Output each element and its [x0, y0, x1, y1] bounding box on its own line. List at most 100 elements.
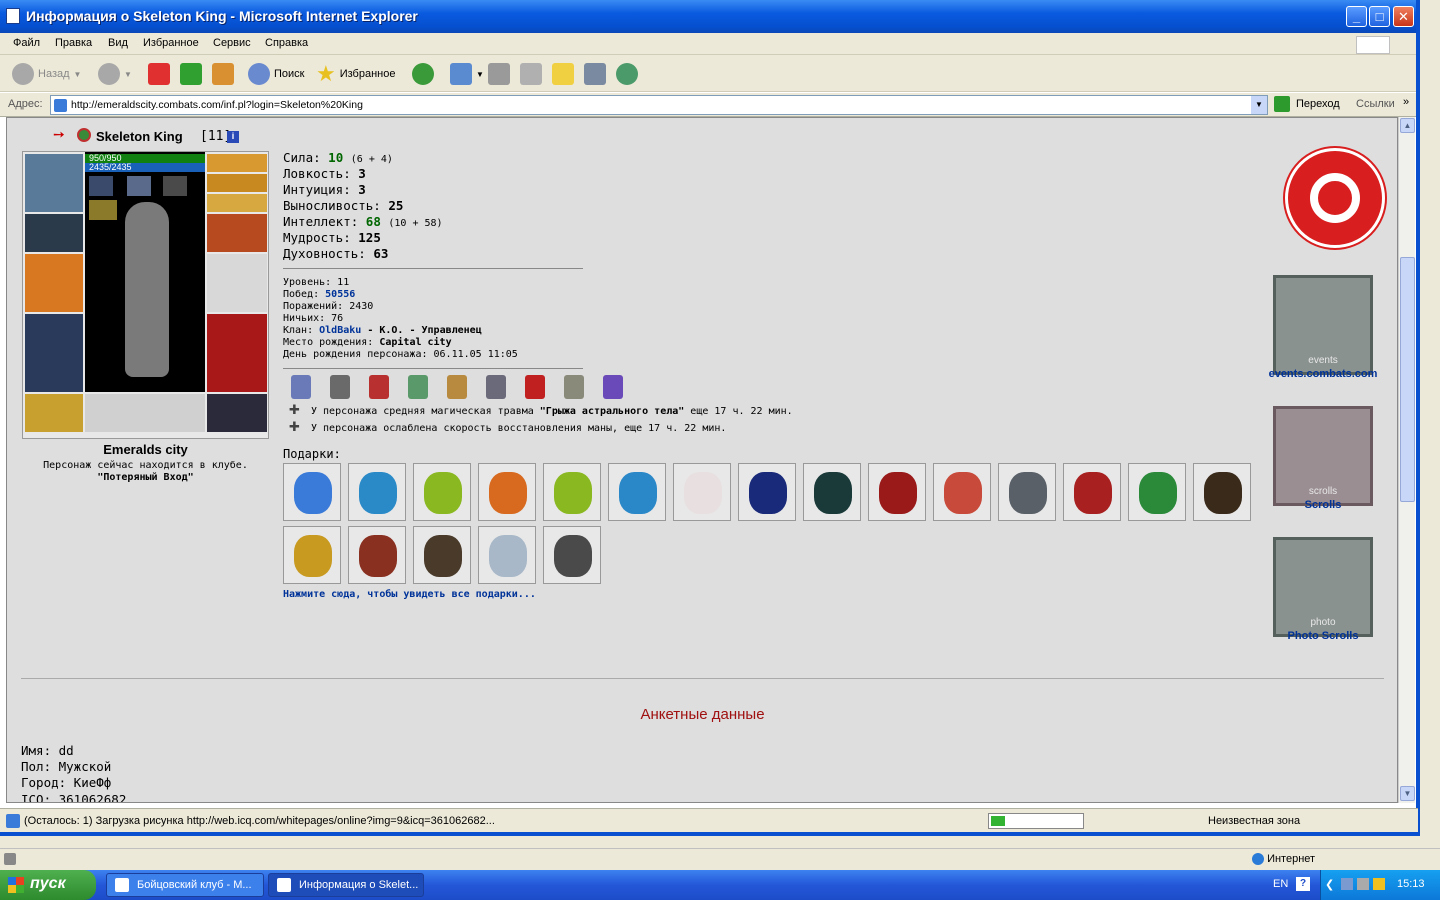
arrow-right-icon[interactable]: ➙ — [53, 126, 65, 143]
rings-slot[interactable] — [207, 194, 267, 212]
gift-item[interactable] — [478, 463, 536, 521]
menu-edit[interactable]: Правка — [55, 37, 92, 49]
gift-item[interactable] — [283, 463, 341, 521]
menu-favorites[interactable]: Избранное — [143, 37, 199, 49]
menu-view[interactable]: Вид — [108, 37, 128, 49]
help-icon[interactable]: ? — [1296, 877, 1310, 891]
scroll-up-icon[interactable]: ▲ — [1400, 118, 1415, 133]
maximize-button[interactable]: □ — [1369, 6, 1390, 27]
info-icon[interactable]: i — [227, 131, 239, 143]
go-button[interactable]: Переход — [1274, 96, 1340, 112]
badge-icon[interactable] — [330, 375, 350, 399]
spell-slot-4[interactable] — [89, 200, 117, 220]
weapon-right-slot[interactable] — [207, 254, 267, 312]
boots-slot[interactable] — [207, 394, 267, 432]
gift-item[interactable] — [543, 526, 601, 584]
gift-item[interactable] — [413, 526, 471, 584]
gifts-more-link[interactable]: Нажмите сюда, чтобы увидеть все подарки.… — [283, 589, 536, 600]
gift-item[interactable] — [803, 463, 861, 521]
scroll-thumb[interactable] — [1400, 257, 1415, 502]
address-dropdown-icon[interactable]: ▼ — [1251, 96, 1267, 114]
gift-item[interactable] — [1193, 463, 1251, 521]
gift-item[interactable] — [998, 463, 1056, 521]
belt-slot[interactable] — [25, 394, 83, 432]
vertical-scrollbar[interactable]: ▲ ▼ — [1398, 117, 1415, 803]
helmet-slot[interactable] — [25, 154, 83, 212]
earrings-slot[interactable] — [207, 154, 267, 172]
tray-icon-3[interactable] — [1373, 878, 1385, 890]
address-input[interactable]: http://emeraldscity.combats.com/inf.pl?l… — [50, 95, 1268, 115]
clan-link[interactable]: OldBaku — [319, 325, 361, 336]
print-button[interactable] — [488, 61, 510, 87]
badge-icon[interactable] — [486, 375, 506, 399]
gift-item[interactable] — [543, 463, 601, 521]
forward-button[interactable]: ▼ — [98, 61, 132, 87]
wins-link[interactable]: 50556 — [325, 289, 355, 300]
badge-icon[interactable] — [291, 375, 311, 399]
taskbar-item-combats[interactable]: Бойцовский клуб - М... — [106, 873, 264, 897]
scroll-down-icon[interactable]: ▼ — [1400, 786, 1415, 801]
gift-item[interactable] — [413, 463, 471, 521]
research-button[interactable] — [584, 61, 606, 87]
start-button[interactable]: пуск — [0, 870, 96, 900]
language-indicator[interactable]: EN — [1273, 878, 1288, 890]
tray-icon-1[interactable] — [1341, 878, 1353, 890]
home-button[interactable] — [212, 61, 234, 87]
badge-icon[interactable] — [603, 375, 623, 399]
gift-item[interactable] — [348, 526, 406, 584]
favorites-button[interactable]: ★ Избранное — [316, 61, 395, 87]
menu-file[interactable]: Файл — [13, 37, 40, 49]
gift-item[interactable] — [868, 463, 926, 521]
stop-button[interactable] — [148, 61, 170, 87]
back-button[interactable]: Назад ▼ — [12, 61, 81, 87]
combats-logo-icon[interactable] — [1285, 148, 1385, 248]
photo-link[interactable]: Photo Scrolls — [1263, 630, 1383, 642]
refresh-button[interactable] — [180, 61, 202, 87]
menu-tools[interactable]: Сервис — [213, 37, 251, 49]
mail-button[interactable]: ▼ — [450, 61, 484, 87]
gift-item[interactable] — [673, 463, 731, 521]
close-button[interactable]: ✕ — [1393, 6, 1414, 27]
messenger-button[interactable] — [616, 61, 638, 87]
armor-slot[interactable] — [25, 314, 83, 392]
badge-icon[interactable] — [564, 375, 584, 399]
bracers-slot[interactable] — [25, 214, 83, 252]
search-button[interactable]: Поиск — [248, 61, 304, 87]
gift-item[interactable] — [738, 463, 796, 521]
gift-item[interactable] — [608, 463, 666, 521]
photo-banner[interactable]: photo — [1273, 537, 1373, 637]
edit-button[interactable] — [520, 61, 542, 87]
effect-mana: У персонажа ослаблена скорость восстанов… — [311, 423, 727, 434]
gift-item[interactable] — [283, 526, 341, 584]
stat-row: Выносливость: 25 — [283, 198, 404, 213]
links-button[interactable]: Ссылки — [1356, 98, 1395, 110]
chevron-left-icon[interactable]: ❮ — [1325, 878, 1334, 891]
gift-item[interactable] — [933, 463, 991, 521]
spell-slot-3[interactable] — [163, 176, 187, 196]
gift-item[interactable] — [348, 463, 406, 521]
badge-icon[interactable] — [408, 375, 428, 399]
gift-item[interactable] — [1063, 463, 1121, 521]
badge-icon[interactable] — [369, 375, 389, 399]
events-link[interactable]: events.combats.com — [1263, 368, 1383, 380]
chevron-right-icon[interactable]: » — [1403, 96, 1409, 108]
history-button[interactable] — [412, 61, 434, 87]
taskbar-item-info[interactable]: Информация о Skelet... — [268, 873, 424, 897]
scrolls-banner[interactable]: scrolls — [1273, 406, 1373, 506]
gift-item[interactable] — [478, 526, 536, 584]
discuss-button[interactable] — [552, 61, 574, 87]
spell-slot-1[interactable] — [89, 176, 113, 196]
weapon-left-slot[interactable] — [25, 254, 83, 312]
amulet-slot[interactable] — [207, 174, 267, 192]
spell-slot-2[interactable] — [127, 176, 151, 196]
menu-help[interactable]: Справка — [265, 37, 308, 49]
badge-icon[interactable] — [525, 375, 545, 399]
pants-slot[interactable] — [207, 314, 267, 392]
gift-item[interactable] — [1128, 463, 1186, 521]
events-banner[interactable]: events — [1273, 275, 1373, 375]
minimize-button[interactable]: _ — [1346, 6, 1367, 27]
gloves-slot[interactable] — [207, 214, 267, 252]
tray-icon-2[interactable] — [1357, 878, 1369, 890]
badge-icon[interactable] — [447, 375, 467, 399]
scrolls-link[interactable]: Scrolls — [1263, 499, 1383, 511]
